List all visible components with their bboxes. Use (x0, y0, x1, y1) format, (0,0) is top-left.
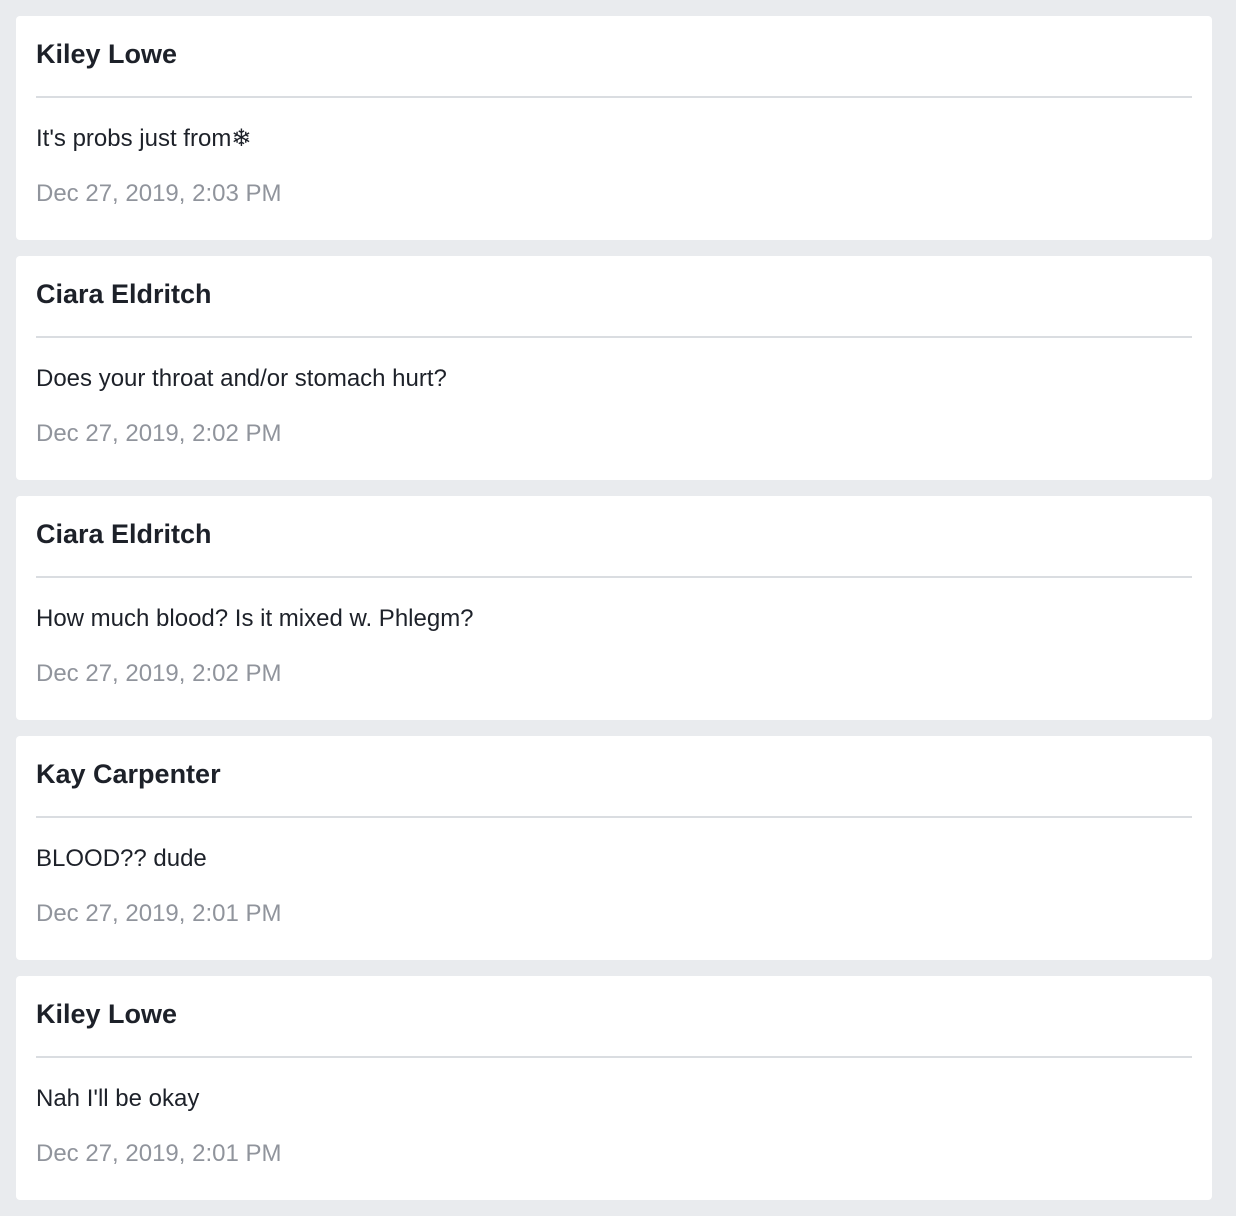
message-card[interactable]: Kiley Lowe Nah I'll be okay Dec 27, 2019… (16, 976, 1212, 1200)
message-timestamp: Dec 27, 2019, 2:01 PM (36, 1140, 282, 1167)
message-card[interactable]: Ciara Eldritch Does your throat and/or s… (16, 256, 1212, 480)
message-timestamp: Dec 27, 2019, 2:02 PM (36, 660, 282, 687)
divider (36, 816, 1192, 818)
message-text: BLOOD?? dude (36, 845, 207, 872)
message-card[interactable]: Kay Carpenter BLOOD?? dude Dec 27, 2019,… (16, 736, 1212, 960)
message-text: Nah I'll be okay (36, 1085, 200, 1112)
message-card[interactable]: Ciara Eldritch How much blood? Is it mix… (16, 496, 1212, 720)
message-timestamp: Dec 27, 2019, 2:03 PM (36, 180, 282, 207)
sender-name[interactable]: Ciara Eldritch (36, 518, 212, 550)
divider (36, 576, 1192, 578)
message-text: Does your throat and/or stomach hurt? (36, 365, 447, 392)
divider (36, 96, 1192, 98)
sender-name[interactable]: Kay Carpenter (36, 758, 221, 790)
message-feed: Kiley Lowe It's probs just from❄ Dec 27,… (16, 16, 1212, 1216)
message-timestamp: Dec 27, 2019, 2:01 PM (36, 900, 282, 927)
message-text: How much blood? Is it mixed w. Phlegm? (36, 605, 474, 632)
sender-name[interactable]: Kiley Lowe (36, 998, 177, 1030)
message-text: It's probs just from❄ (36, 125, 252, 152)
sender-name[interactable]: Kiley Lowe (36, 38, 177, 70)
sender-name[interactable]: Ciara Eldritch (36, 278, 212, 310)
message-card[interactable]: Kiley Lowe It's probs just from❄ Dec 27,… (16, 16, 1212, 240)
divider (36, 1056, 1192, 1058)
divider (36, 336, 1192, 338)
message-timestamp: Dec 27, 2019, 2:02 PM (36, 420, 282, 447)
